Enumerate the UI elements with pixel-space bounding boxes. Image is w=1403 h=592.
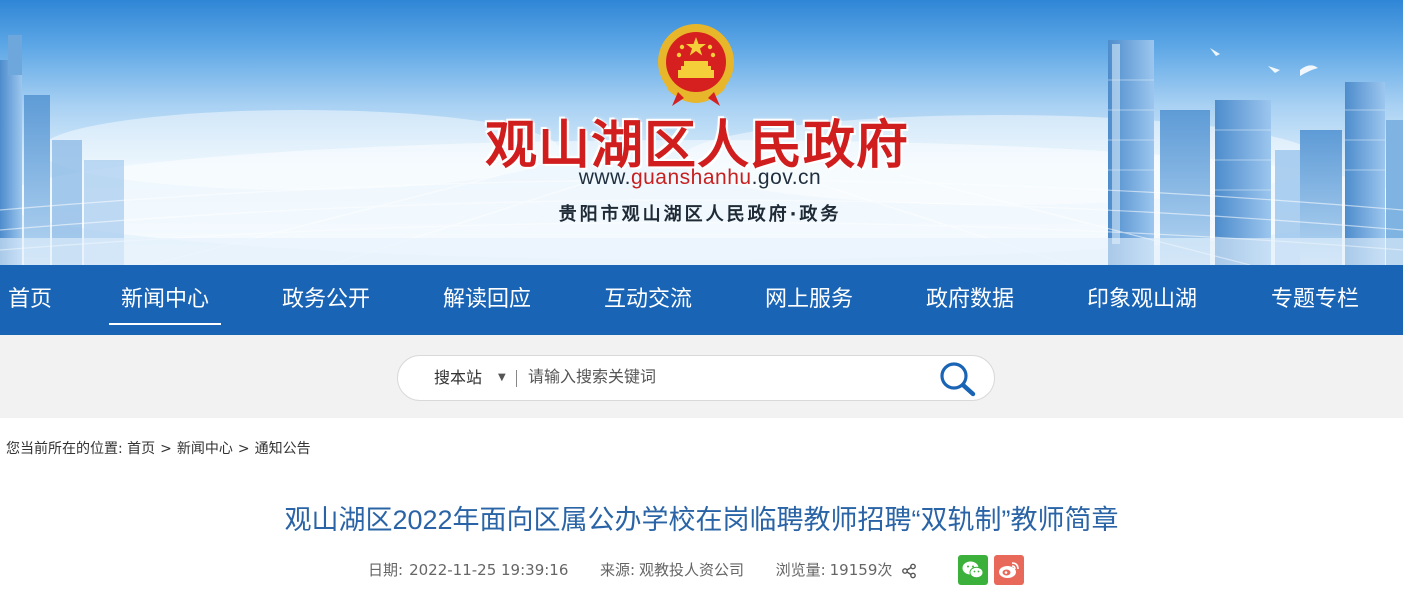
nav-item-label: 政府数据 (926, 287, 1015, 312)
share-icon[interactable] (901, 563, 917, 579)
dropdown-arrow-icon[interactable]: ▼ (498, 356, 506, 400)
nav-active-indicator (109, 323, 222, 325)
nav-item-label: 政务公开 (282, 287, 371, 312)
weibo-icon (999, 562, 1019, 578)
breadcrumb-separator: > (237, 441, 250, 457)
search-band: 搜本站 ▼ (0, 335, 1403, 418)
nav-item-label: 网上服务 (765, 287, 854, 312)
publish-date: 2022-11-25 19:39:16 (409, 561, 569, 579)
site-banner: 观山湖区人民政府 www.guanshanhu.gov.cn 贵阳市观山湖区人民… (0, 0, 1403, 265)
search-scope-select[interactable]: 搜本站 (434, 356, 482, 400)
nav-item-government-data[interactable]: 政府数据 (926, 265, 1014, 335)
nav-item-government-affairs[interactable]: 政务公开 (282, 265, 370, 335)
date-label: 日期: (368, 561, 404, 579)
breadcrumb: 您当前所在的位置: 首页 > 新闻中心 > 通知公告 (6, 438, 311, 458)
nav-item-news-center[interactable]: 新闻中心 (109, 265, 222, 335)
site-url-suffix: .gov.cn (751, 166, 822, 189)
views-label: 浏览量: (775, 561, 826, 579)
site-subtitle: 贵阳市观山湖区人民政府·政务 (558, 204, 842, 225)
search-box: 搜本站 ▼ (397, 355, 995, 401)
nav-item-label: 新闻中心 (121, 287, 210, 312)
nav-item-interpretation[interactable]: 解读回应 (443, 265, 531, 335)
breadcrumb-link-news-center[interactable]: 新闻中心 (177, 441, 233, 457)
national-emblem-icon (658, 24, 734, 106)
source-label: 来源: (599, 561, 635, 579)
nav-item-label: 印象观山湖 (1087, 287, 1198, 312)
search-icon (940, 362, 976, 397)
weibo-share-button[interactable] (994, 555, 1024, 585)
nav-item-label: 专题专栏 (1271, 287, 1360, 312)
article-title: 观山湖区2022年面向区属公办学校在岗临聘教师招聘“双轨制”教师简章 (284, 505, 1119, 535)
nav-item-impression[interactable]: 印象观山湖 (1087, 265, 1197, 335)
nav-item-label: 互动交流 (604, 287, 693, 312)
nav-item-special-topics[interactable]: 专题专栏 (1271, 265, 1359, 335)
search-divider (516, 370, 517, 387)
wechat-icon (962, 561, 984, 579)
main-nav: 首页 新闻中心 政务公开 解读回应 互动交流 网上服务 政府数据 印象观山湖 专… (0, 265, 1403, 335)
search-button[interactable] (938, 360, 978, 398)
nav-item-home[interactable]: 首页 (8, 265, 52, 335)
site-url: www.guanshanhu.gov.cn (540, 166, 860, 190)
article-source: 观教投人资公司 (639, 561, 745, 579)
nav-item-online-services[interactable]: 网上服务 (765, 265, 853, 335)
breadcrumb-separator: > (160, 441, 172, 457)
view-count: 19159次 (829, 561, 893, 579)
nav-item-label: 首页 (8, 287, 53, 312)
wechat-share-button[interactable] (958, 555, 988, 585)
site-url-domain: guanshanhu (630, 166, 752, 189)
nav-item-interaction[interactable]: 互动交流 (604, 265, 692, 335)
breadcrumb-link-notices[interactable]: 通知公告 (255, 441, 311, 457)
breadcrumb-link-home[interactable]: 首页 (127, 441, 155, 457)
breadcrumb-prefix: 您当前所在的位置: (6, 441, 123, 457)
search-input[interactable] (528, 363, 918, 393)
article-meta: 日期: 2022-11-25 19:39:16 来源: 观教投人资公司 浏览量: 19… (368, 555, 917, 585)
nav-item-label: 解读回应 (443, 287, 532, 312)
site-url-prefix: www. (578, 166, 631, 189)
